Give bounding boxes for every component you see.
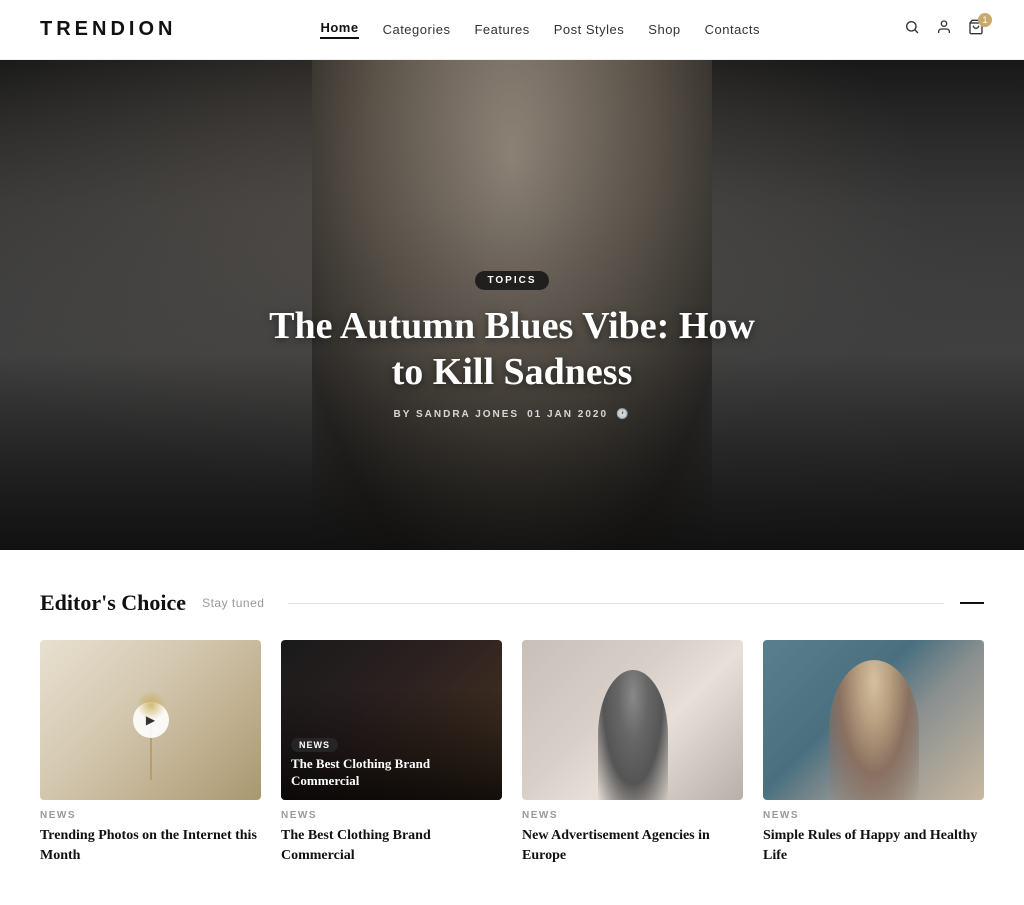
card-1-title[interactable]: Trending Photos on the Internet this Mon… xyxy=(40,826,261,865)
hero-content: TOPICS The Autumn Blues Vibe: How to Kil… xyxy=(232,250,792,440)
nav-shop[interactable]: Shop xyxy=(648,22,680,37)
hero-title: The Autumn Blues Vibe: How to Kill Sadne… xyxy=(252,304,772,395)
site-logo[interactable]: TRENDION xyxy=(40,18,176,41)
section-subtitle: Stay tuned xyxy=(202,596,264,610)
header-icons: 1 xyxy=(904,19,984,40)
card-4-image[interactable] xyxy=(763,640,984,800)
card-4-category: NEWS xyxy=(763,810,984,821)
hero-clock-icon: 🕐 xyxy=(616,409,630,420)
card-3-category: NEWS xyxy=(522,810,743,821)
nav-home[interactable]: Home xyxy=(320,20,358,39)
nav-features[interactable]: Features xyxy=(474,22,529,37)
card-2-overlay-tag: NEWS xyxy=(291,738,338,752)
cart-badge: 1 xyxy=(978,13,992,27)
main-nav: Home Categories Features Post Styles Sho… xyxy=(320,20,760,39)
nav-categories[interactable]: Categories xyxy=(383,22,451,37)
play-button[interactable]: ▶ xyxy=(133,702,169,738)
card-1-category: NEWS xyxy=(40,810,261,821)
card-4-title[interactable]: Simple Rules of Happy and Healthy Life xyxy=(763,826,984,865)
card-3-title[interactable]: New Advertisement Agencies in Europe xyxy=(522,826,743,865)
card-1[interactable]: ▶ NEWS Trending Photos on the Internet t… xyxy=(40,640,261,865)
hero-meta: BY SANDRA JONES 01 JAN 2020 🕐 xyxy=(252,409,772,420)
card-3-image[interactable] xyxy=(522,640,743,800)
section-header: Editor's Choice Stay tuned xyxy=(40,590,984,616)
section-divider xyxy=(288,603,944,604)
card-1-image[interactable]: ▶ xyxy=(40,640,261,800)
cart-icon[interactable]: 1 xyxy=(968,19,984,40)
hero-author: BY SANDRA JONES xyxy=(394,409,520,420)
card-2-overlay-title: The Best Clothing Brand Commercial xyxy=(291,756,492,790)
section-dash xyxy=(960,602,984,604)
card-2[interactable]: NEWS The Best Clothing Brand Commercial … xyxy=(281,640,502,865)
card-2-category: NEWS xyxy=(281,810,502,821)
card-4[interactable]: NEWS Simple Rules of Happy and Healthy L… xyxy=(763,640,984,865)
card-2-overlay-content: NEWS The Best Clothing Brand Commercial xyxy=(291,735,492,790)
cards-grid: ▶ NEWS Trending Photos on the Internet t… xyxy=(40,640,984,865)
hero-tag[interactable]: TOPICS xyxy=(475,271,548,290)
site-header: TRENDION Home Categories Features Post S… xyxy=(0,0,1024,60)
nav-post-styles[interactable]: Post Styles xyxy=(554,22,625,37)
user-icon[interactable] xyxy=(936,19,952,40)
editors-choice-section: Editor's Choice Stay tuned ▶ NEWS Trendi… xyxy=(0,550,1024,905)
card-2-image[interactable]: NEWS The Best Clothing Brand Commercial xyxy=(281,640,502,800)
card-2-title[interactable]: The Best Clothing Brand Commercial xyxy=(281,826,502,865)
hero-date: 01 JAN 2020 xyxy=(527,409,608,420)
nav-contacts[interactable]: Contacts xyxy=(705,22,760,37)
card-3[interactable]: NEWS New Advertisement Agencies in Europ… xyxy=(522,640,743,865)
search-icon[interactable] xyxy=(904,19,920,40)
hero-section: TOPICS The Autumn Blues Vibe: How to Kil… xyxy=(0,60,1024,550)
section-title: Editor's Choice xyxy=(40,590,186,616)
